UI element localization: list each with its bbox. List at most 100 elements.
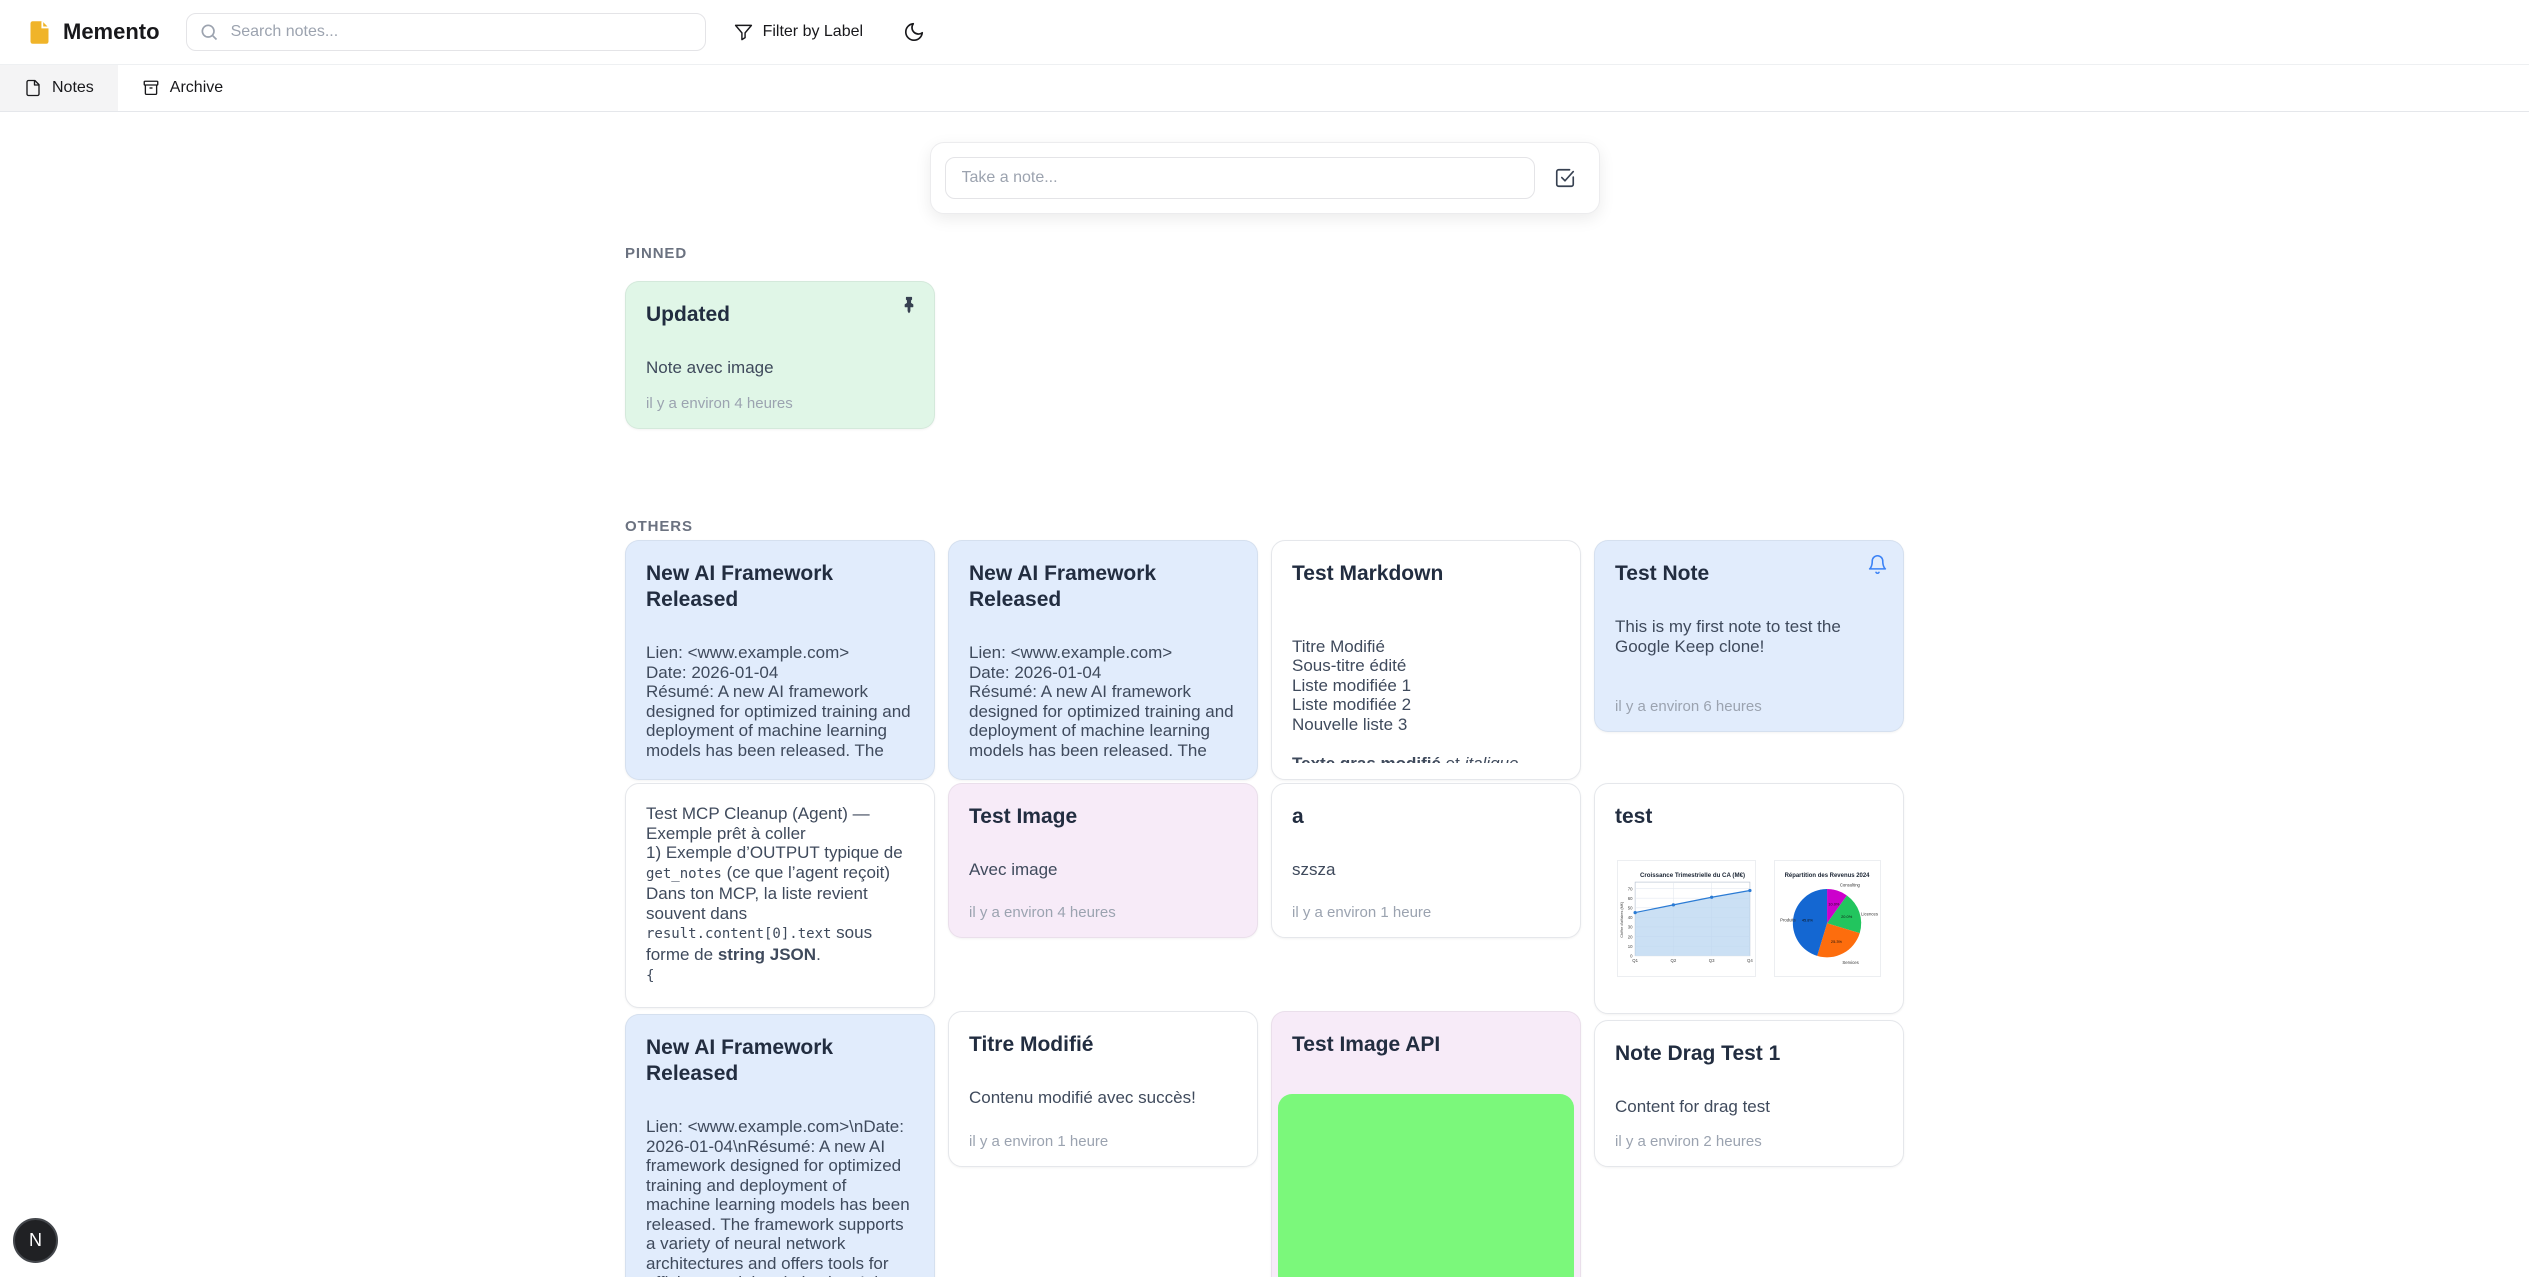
- board-column-4: Test Note This is my first note to test …: [1594, 540, 1904, 1167]
- svg-text:50: 50: [1628, 906, 1633, 911]
- svg-text:70: 70: [1628, 886, 1633, 891]
- mcp-bold-text: string JSON: [718, 945, 816, 964]
- note-title: New AI Framework Released: [969, 561, 1237, 613]
- note-title: test: [1615, 804, 1883, 830]
- note-card-updated[interactable]: Updated Note avec image il y a environ 4…: [625, 281, 935, 429]
- svg-text:Licences: Licences: [1861, 912, 1878, 917]
- svg-text:Services: Services: [1842, 960, 1858, 965]
- note-body: Lien: <www.example.com> Date: 2026-01-04…: [646, 643, 914, 763]
- pinned-notes-row: Updated Note avec image il y a environ 4…: [625, 281, 1904, 429]
- note-card-test-image-api[interactable]: Test Image API: [1271, 1011, 1581, 1277]
- user-avatar[interactable]: N: [13, 1218, 58, 1263]
- pin-icon: [899, 295, 919, 315]
- tab-notes-label: Notes: [52, 79, 94, 97]
- note-card-a[interactable]: a szsza il y a environ 1 heure: [1271, 783, 1581, 938]
- note-image-green: [1278, 1094, 1574, 1277]
- app-title: Memento: [63, 19, 160, 45]
- note-body: Lien: <www.example.com> Date: 2026-01-04…: [969, 643, 1237, 763]
- svg-text:Q1: Q1: [1632, 958, 1638, 963]
- note-body: szsza: [1292, 860, 1560, 892]
- note-body: Titre Modifié Sous-titre édité Liste mod…: [1292, 617, 1560, 763]
- note-attachments: Croissance Trimestrielle du CA (M€): [1615, 860, 1883, 977]
- svg-text:Produits: Produits: [1780, 917, 1796, 922]
- checkbox-icon: [1554, 167, 1576, 189]
- note-card-test-note[interactable]: Test Note This is my first note to test …: [1594, 540, 1904, 732]
- search-icon: [199, 22, 219, 42]
- others-section-label: OTHERS: [625, 518, 1904, 535]
- note-body: Contenu modifié avec succès!: [969, 1088, 1237, 1121]
- svg-text:20.0%: 20.0%: [1841, 914, 1853, 919]
- archive-icon: [142, 79, 160, 97]
- filter-by-label-button[interactable]: Filter by Label: [734, 23, 864, 42]
- svg-text:Q4: Q4: [1747, 958, 1753, 963]
- note-body: Note avec image: [646, 358, 914, 383]
- view-tabs: Notes Archive: [0, 65, 2529, 112]
- pinned-section-label: PINNED: [625, 245, 1904, 262]
- pin-button[interactable]: [899, 295, 919, 318]
- svg-text:25.3%: 25.3%: [1831, 939, 1843, 944]
- note-card-mcp-cleanup[interactable]: Test MCP Cleanup (Agent) — Exemple prêt …: [625, 783, 935, 1008]
- theme-toggle-button[interactable]: [903, 21, 925, 43]
- pie-wedges: [1793, 889, 1861, 957]
- note-body: This is my first note to test the Google…: [1615, 617, 1883, 686]
- note-body: Content for drag test: [1615, 1097, 1883, 1121]
- tab-archive[interactable]: Archive: [118, 65, 247, 111]
- board-column-1: New AI Framework Released Lien: <www.exa…: [625, 540, 935, 1277]
- tab-notes[interactable]: Notes: [0, 65, 118, 111]
- note-title: New AI Framework Released: [646, 561, 914, 613]
- search-input[interactable]: [186, 13, 706, 51]
- svg-text:60: 60: [1628, 896, 1633, 901]
- x-tick-labels: Q1 Q2 Q3 Q4: [1632, 958, 1753, 963]
- mcp-code-block: { "jsonrpc": "2.0", "id": 4,…: [646, 964, 914, 991]
- search-box: [186, 13, 706, 51]
- note-card-ai-framework-1[interactable]: New AI Framework Released Lien: <www.exa…: [625, 540, 935, 780]
- filter-by-label-text: Filter by Label: [763, 23, 864, 41]
- tab-archive-label: Archive: [170, 79, 223, 97]
- y-tick-labels: 0 10 20 30 40 50 60 70: [1628, 886, 1633, 958]
- note-card-test-image[interactable]: Test Image Avec image il y a environ 4 h…: [948, 783, 1258, 938]
- note-title: Test Image API: [1276, 1032, 1576, 1058]
- markdown-lines: Titre Modifié Sous-titre édité Liste mod…: [1292, 637, 1560, 735]
- note-title: New AI Framework Released: [646, 1035, 914, 1087]
- avatar-initial: N: [29, 1230, 42, 1251]
- markdown-inline-line: Texte gras modifié et italique édité: [1292, 754, 1560, 764]
- note-card-drag-test[interactable]: Note Drag Test 1 Content for drag test i…: [1594, 1020, 1904, 1167]
- y-axis-label: Chiffre d'affaires (M€): [1620, 901, 1624, 938]
- note-title: Test Markdown: [1292, 561, 1560, 587]
- mcp-code-inline-1: get_notes: [646, 866, 722, 882]
- mcp-text-1: Test MCP Cleanup (Agent) — Exemple prêt …: [646, 804, 903, 862]
- board-column-2: New AI Framework Released Lien: <www.exa…: [948, 540, 1258, 1167]
- line-chart-title: Croissance Trimestrielle du CA (M€): [1640, 872, 1745, 879]
- note-body: Test MCP Cleanup (Agent) — Exemple prêt …: [646, 804, 914, 991]
- reminder-button[interactable]: [1867, 554, 1888, 578]
- svg-text:10: 10: [1628, 944, 1633, 949]
- svg-text:40: 40: [1628, 915, 1633, 920]
- new-checklist-button[interactable]: [1545, 158, 1585, 198]
- note-body: Lien: <www.example.com>\nDate: 2026-01-0…: [646, 1117, 914, 1277]
- notes-icon: [24, 79, 42, 97]
- note-title: Note Drag Test 1: [1615, 1041, 1883, 1067]
- board-column-3: Test Markdown Titre Modifié Sous-titre é…: [1271, 540, 1581, 1277]
- note-timestamp: il y a environ 4 heures: [646, 395, 914, 412]
- markdown-mid: et: [1441, 754, 1465, 764]
- note-card-titre-modifie[interactable]: Titre Modifié Contenu modifié avec succè…: [948, 1011, 1258, 1167]
- note-timestamp: il y a environ 2 heures: [1615, 1133, 1883, 1150]
- notes-board: PINNED Updated Note avec image il y a en…: [625, 142, 1904, 1277]
- note-card-ai-framework-2[interactable]: New AI Framework Released Lien: <www.exa…: [948, 540, 1258, 780]
- svg-text:10.0%: 10.0%: [1828, 901, 1840, 906]
- note-card-test-markdown[interactable]: Test Markdown Titre Modifié Sous-titre é…: [1271, 540, 1581, 780]
- note-card-ai-framework-3[interactable]: New AI Framework Released Lien: <www.exa…: [625, 1014, 935, 1277]
- others-notes-grid: New AI Framework Released Lien: <www.exa…: [625, 540, 1904, 1277]
- note-logo-icon: [26, 19, 53, 46]
- svg-text:Consulting: Consulting: [1840, 883, 1861, 888]
- note-title: Test Image: [969, 804, 1237, 830]
- note-timestamp: il y a environ 6 heures: [1615, 698, 1883, 715]
- note-timestamp: il y a environ 1 heure: [969, 1133, 1237, 1150]
- bell-icon: [1867, 554, 1888, 575]
- note-card-test-charts[interactable]: test Croissance Trimestrielle du CA (M€): [1594, 783, 1904, 1014]
- svg-text:20: 20: [1628, 934, 1633, 939]
- note-timestamp: il y a environ 1 heure: [1292, 904, 1560, 921]
- svg-text:45.8%: 45.8%: [1802, 917, 1814, 922]
- take-a-note-input[interactable]: [945, 157, 1535, 199]
- moon-icon: [903, 21, 925, 43]
